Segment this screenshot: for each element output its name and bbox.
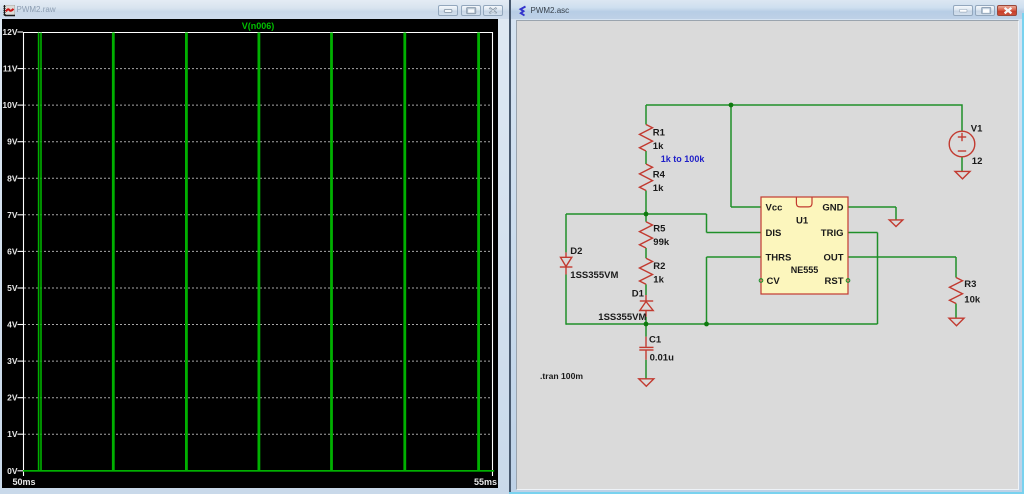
svg-text:4V: 4V xyxy=(7,320,18,330)
svg-text:11V: 11V xyxy=(3,64,18,74)
svg-text:6V: 6V xyxy=(7,246,18,256)
svg-text:50ms: 50ms xyxy=(13,477,36,487)
svg-text:NE555: NE555 xyxy=(791,265,819,275)
svg-text:THRS: THRS xyxy=(766,252,792,263)
svg-text:1k to 100k: 1k to 100k xyxy=(661,154,706,164)
svg-text:C1: C1 xyxy=(649,334,662,345)
svg-text:1SS355VM: 1SS355VM xyxy=(598,312,646,323)
svg-text:0V: 0V xyxy=(7,466,18,476)
svg-text:CV: CV xyxy=(767,276,781,287)
svg-text:1V: 1V xyxy=(7,429,18,439)
svg-text:RST: RST xyxy=(825,276,844,287)
svg-text:Vcc: Vcc xyxy=(766,202,783,213)
svg-text:1k: 1k xyxy=(653,274,664,285)
svg-text:DIS: DIS xyxy=(766,228,782,239)
svg-text:R3: R3 xyxy=(964,279,976,290)
svg-text:V1: V1 xyxy=(971,123,983,134)
svg-text:7V: 7V xyxy=(7,210,18,220)
svg-text:1k: 1k xyxy=(653,183,664,194)
svg-text:V(n006): V(n006) xyxy=(242,21,275,31)
svg-text:10k: 10k xyxy=(964,294,981,305)
svg-text:99k: 99k xyxy=(653,237,670,248)
svg-text:D2: D2 xyxy=(570,246,582,257)
svg-text:10V: 10V xyxy=(2,100,17,110)
svg-text:.tran 100m: .tran 100m xyxy=(540,371,583,381)
svg-text:R2: R2 xyxy=(653,261,665,272)
svg-text:8V: 8V xyxy=(7,173,18,183)
svg-text:1SS355VM: 1SS355VM xyxy=(570,270,618,281)
svg-text:OUT: OUT xyxy=(823,252,843,263)
svg-text:TRIG: TRIG xyxy=(821,228,844,239)
svg-text:12: 12 xyxy=(972,156,983,167)
svg-text:1k: 1k xyxy=(653,141,664,152)
svg-text:9V: 9V xyxy=(7,137,18,147)
svg-text:3V: 3V xyxy=(7,356,18,366)
svg-text:GND: GND xyxy=(822,202,843,213)
svg-text:55ms: 55ms xyxy=(474,477,497,487)
svg-text:R5: R5 xyxy=(653,223,666,234)
svg-text:R4: R4 xyxy=(653,169,666,180)
svg-text:R1: R1 xyxy=(653,127,666,138)
svg-text:0.01u: 0.01u xyxy=(650,353,674,364)
svg-text:U1: U1 xyxy=(796,215,809,226)
svg-text:12V: 12V xyxy=(2,27,17,37)
svg-text:D1: D1 xyxy=(632,288,645,299)
svg-text:2V: 2V xyxy=(7,393,18,403)
svg-text:5V: 5V xyxy=(7,283,18,293)
